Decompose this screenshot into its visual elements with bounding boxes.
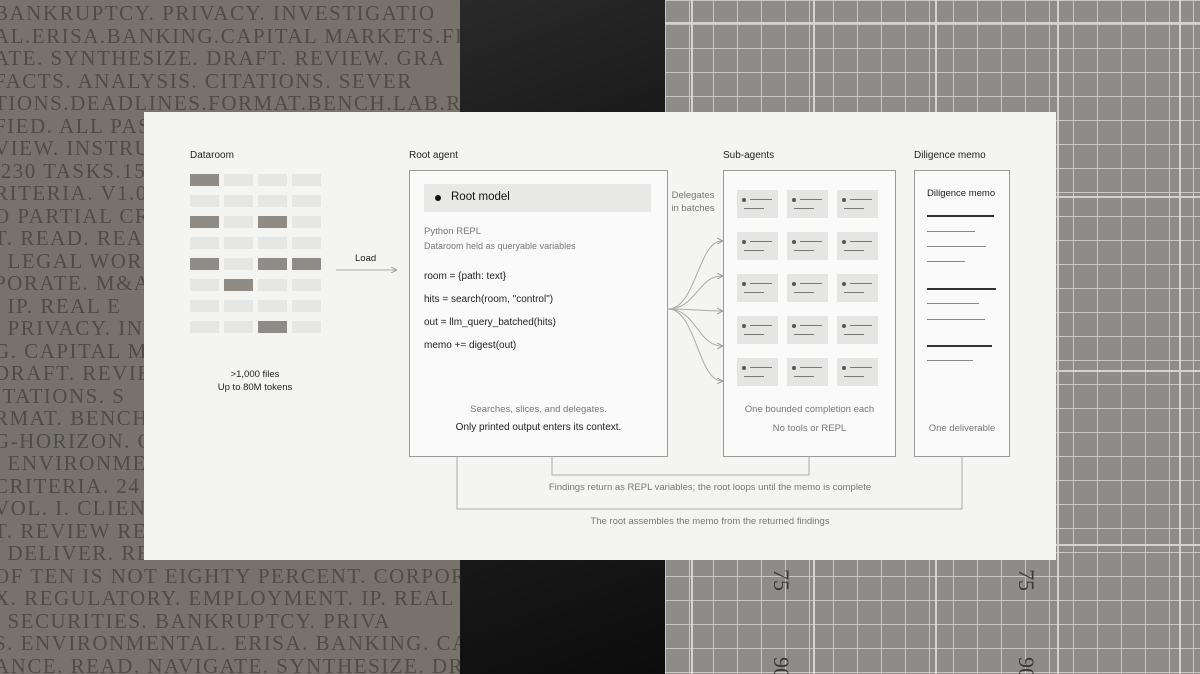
sub-agents-footer-1: One bounded completion each — [744, 404, 875, 415]
sub-agent-card — [787, 190, 828, 218]
dataroom-file-cell — [190, 216, 219, 228]
sub-agent-card — [737, 232, 778, 260]
delegates-label-line-1: Delegates — [671, 190, 715, 201]
sub-agent-card — [837, 316, 878, 344]
dataroom-file-cell — [190, 300, 219, 312]
sub-agent-card — [787, 274, 828, 302]
dataroom-file-cell — [292, 300, 321, 312]
sub-agent-card — [737, 274, 778, 302]
sub-agent-card — [787, 358, 828, 386]
delegates-label-line-2: in batches — [671, 203, 715, 214]
sub-agent-card — [787, 232, 828, 260]
dataroom-file-cell — [190, 237, 219, 249]
code-line: memo += digest(out) — [424, 340, 517, 351]
sub-agent-card — [737, 190, 778, 218]
sub-agent-card — [837, 232, 878, 260]
memo-line — [927, 360, 973, 361]
memo-title: Diligence memo — [914, 150, 986, 161]
dataroom-file-cell — [292, 321, 321, 333]
dataroom-file-cell — [258, 216, 287, 228]
dataroom-file-cell — [258, 279, 287, 291]
memo-box — [914, 170, 1010, 457]
memo-line — [927, 215, 994, 217]
dataroom-file-cell — [258, 258, 287, 270]
python-repl-label: Python REPL — [424, 226, 482, 237]
dataroom-file-cell — [258, 237, 287, 249]
code-line: hits = search(room, "control") — [424, 294, 554, 305]
dataroom-title: Dataroom — [190, 150, 234, 161]
assemble-caption: The root assembles the memo from the ret… — [590, 516, 830, 527]
code-line: out = llm_query_batched(hits) — [424, 317, 557, 328]
sub-agents-footer-2: No tools or REPL — [772, 423, 847, 434]
delegate-arrow — [667, 308, 722, 381]
sub-agent-card — [787, 316, 828, 344]
root-agent-footer-2: Only printed output enters its context. — [455, 422, 622, 433]
sub-agent-card — [737, 358, 778, 386]
root-model-bar: Root model — [424, 184, 651, 212]
loop-caption: Findings return as REPL variables; the r… — [548, 482, 872, 493]
code-line: room = {path: text} — [424, 271, 506, 282]
dataroom-file-cell — [292, 174, 321, 186]
dataroom-file-cell — [190, 321, 219, 333]
dataroom-token-count: Up to 80M tokens — [217, 382, 293, 393]
dataroom-file-cell — [292, 258, 321, 270]
sub-agent-card — [837, 274, 878, 302]
dataroom-file-cell — [292, 279, 321, 291]
sub-agent-card — [837, 358, 878, 386]
memo-footer: One deliverable — [928, 423, 996, 434]
python-repl-subtitle: Dataroom held as queryable variables — [424, 241, 576, 251]
dataroom-file-cell — [190, 195, 219, 207]
findings-loop-line — [551, 457, 810, 476]
root-model-label: Root model — [451, 191, 510, 203]
dataroom-file-cell — [224, 279, 253, 291]
sub-agent-card — [737, 316, 778, 344]
load-label: Load — [355, 253, 377, 264]
dataroom-file-cell — [258, 300, 287, 312]
sub-agents-title: Sub-agents — [723, 150, 775, 161]
memo-line — [927, 319, 985, 320]
dataroom-file-cell — [292, 195, 321, 207]
memo-line — [927, 261, 965, 262]
root-model-dot-icon — [435, 195, 441, 201]
dataroom-file-cell — [292, 216, 321, 228]
delegate-arrow — [667, 276, 722, 310]
dataroom-file-cell — [258, 174, 287, 186]
dataroom-file-cell — [224, 216, 253, 228]
dataroom-file-cell — [190, 279, 219, 291]
dataroom-file-cell — [224, 300, 253, 312]
memo-line — [927, 288, 996, 290]
delegate-fan — [667, 241, 722, 381]
memo-heading: Diligence memo — [927, 188, 996, 199]
dataroom-file-cell — [258, 321, 287, 333]
dataroom-file-cell — [224, 258, 253, 270]
memo-line — [927, 345, 992, 347]
dataroom-file-cell — [190, 258, 219, 270]
sub-agent-card — [837, 190, 878, 218]
dataroom-file-cell — [258, 195, 287, 207]
dataroom-file-cell — [190, 174, 219, 186]
dataroom-file-cell — [224, 321, 253, 333]
root-agent-title: Root agent — [409, 150, 458, 161]
delegate-arrow — [667, 241, 722, 310]
root-agent-footer-1: Searches, slices, and delegates. — [470, 404, 607, 415]
memo-line — [927, 246, 986, 247]
memo-line — [927, 231, 975, 232]
dataroom-file-cell — [224, 195, 253, 207]
dataroom-file-cell — [224, 174, 253, 186]
dataroom-file-cell — [224, 237, 253, 249]
memo-line — [927, 303, 979, 304]
dataroom-files-count: >1,000 files — [230, 369, 280, 380]
dataroom-file-cell — [292, 237, 321, 249]
